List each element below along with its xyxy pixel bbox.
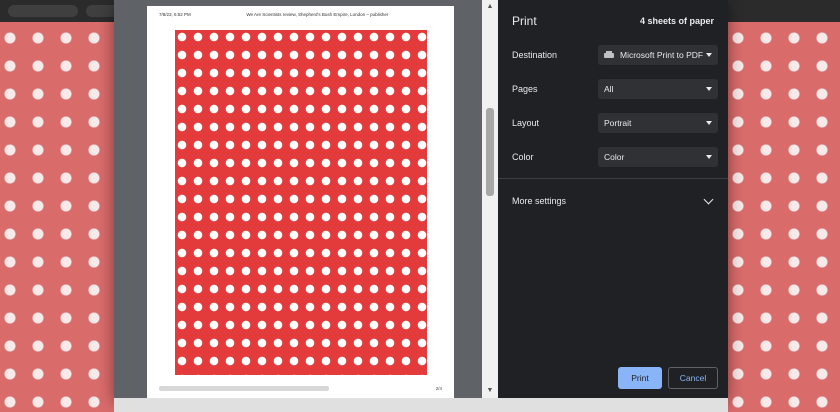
destination-label: Destination — [512, 50, 558, 60]
pages-select[interactable]: All — [598, 79, 718, 99]
chevron-down-icon — [706, 155, 712, 159]
pages-label: Pages — [512, 84, 538, 94]
bottom-page-strip — [114, 398, 728, 412]
settings-divider — [498, 178, 728, 179]
browser-tab[interactable] — [8, 5, 78, 17]
scroll-up-arrow-icon[interactable]: ▲ — [482, 0, 498, 14]
page-footer: 2/4 — [159, 384, 442, 392]
chevron-down-icon — [706, 87, 712, 91]
sheet-count: 4 sheets of paper — [639, 16, 714, 26]
preview-scrollbar[interactable]: ▲ ▼ — [482, 0, 498, 398]
printer-icon — [604, 51, 614, 59]
destination-row: Destination Microsoft Print to PDF — [512, 45, 718, 65]
print-settings-panel: Print 4 sheets of paper Destination Micr… — [498, 0, 728, 398]
more-settings-toggle[interactable]: More settings — [512, 192, 718, 210]
cancel-button[interactable]: Cancel — [668, 367, 718, 389]
color-label: Color — [512, 152, 534, 162]
more-settings-label: More settings — [512, 196, 567, 206]
scrollbar-thumb[interactable] — [486, 108, 494, 196]
print-preview: 7/8/23, 6:52 PM We Are Scientists review… — [114, 0, 498, 398]
layout-select[interactable]: Portrait — [598, 113, 718, 133]
color-select[interactable]: Color — [598, 147, 718, 167]
pages-row: Pages All — [512, 79, 718, 99]
layout-row: Layout Portrait — [512, 113, 718, 133]
page-header-datetime: 7/8/23, 6:52 PM — [159, 12, 191, 17]
print-button[interactable]: Print — [618, 367, 662, 389]
page-header: 7/8/23, 6:52 PM We Are Scientists review… — [147, 6, 454, 17]
print-dialog: 7/8/23, 6:52 PM We Are Scientists review… — [114, 0, 728, 398]
color-row: Color Color — [512, 147, 718, 167]
destination-value: Microsoft Print to PDF — [620, 50, 704, 60]
page-header-title: We Are Scientists review, Shepherd's Bus… — [246, 12, 389, 17]
dialog-actions: Print Cancel — [618, 367, 718, 389]
page-footer-url — [159, 385, 329, 391]
pages-value: All — [604, 84, 614, 94]
color-value: Color — [604, 152, 625, 162]
chevron-down-icon — [703, 194, 714, 204]
layout-label: Layout — [512, 118, 540, 128]
page-number: 2/4 — [435, 385, 442, 391]
scroll-down-arrow-icon[interactable]: ▼ — [482, 384, 498, 398]
page-content-pattern — [175, 30, 427, 375]
chevron-down-icon — [706, 53, 712, 57]
print-title: Print — [512, 14, 537, 28]
layout-value: Portrait — [604, 118, 632, 128]
destination-select[interactable]: Microsoft Print to PDF — [598, 45, 718, 65]
chevron-down-icon — [706, 121, 712, 125]
settings-header: Print 4 sheets of paper — [498, 0, 728, 28]
preview-page: 7/8/23, 6:52 PM We Are Scientists review… — [147, 6, 454, 398]
